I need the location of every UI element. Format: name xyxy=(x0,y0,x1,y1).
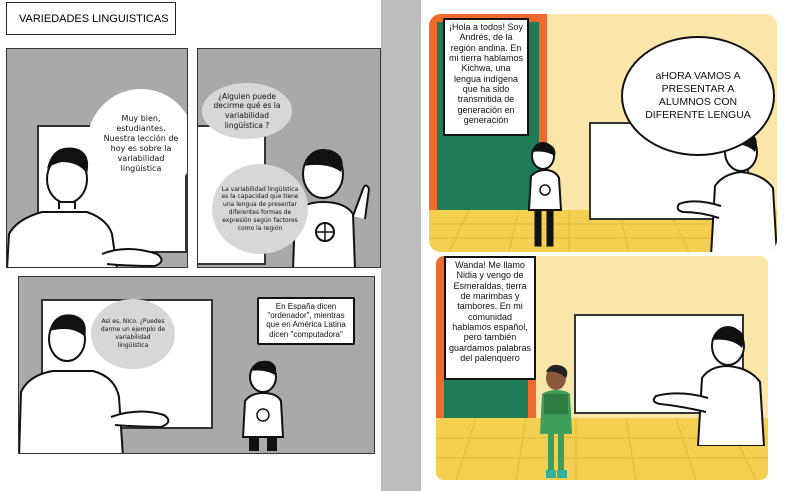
question-bubble: ¿Alguien puede decirme qué es la variabi… xyxy=(202,83,292,139)
student-nidia-figure xyxy=(540,364,572,478)
left-panel-3: Así es, Nico. ¿Puedes darme un ejemplo d… xyxy=(18,276,375,454)
teacher-speech-text-right-1: aHORA VAMOS A PRESENTAR A ALUMNOS CON DI… xyxy=(645,69,751,122)
nidia-speech-box: Wanda! Me llamo Nidia y vengo de Esmeral… xyxy=(444,256,536,380)
student-andres-figure xyxy=(527,142,563,247)
teacher-speech-bubble: Muy bien, estudiantes. Nuestra lección d… xyxy=(87,89,187,199)
teacher-figure-right-2 xyxy=(652,326,766,446)
teacher-speech-text-3: Así es, Nico. ¿Puedes darme un ejemplo d… xyxy=(100,318,166,349)
comic-title: VARIEDADES LINGUISTICAS xyxy=(6,2,176,35)
answer-text: La variabilidad lingüística es la capaci… xyxy=(221,185,299,232)
andres-speech-text: ¡Hola a todos! Soy Andrés, de la región … xyxy=(448,22,524,126)
nidia-speech-text: Wanda! Me llamo Nidia y vengo de Esmeral… xyxy=(448,260,532,364)
andres-speech-box: ¡Hola a todos! Soy Andrés, de la región … xyxy=(443,18,529,136)
answer-bubble: La variabilidad lingüística es la capaci… xyxy=(212,164,308,254)
right-panel-2: Wanda! Me llamo Nidia y vengo de Esmeral… xyxy=(436,256,768,480)
left-panel-1: Muy bien, estudiantes. Nuestra lección d… xyxy=(6,48,188,268)
teacher-speech-bubble-3: Así es, Nico. ¿Puedes darme un ejemplo d… xyxy=(91,299,175,369)
student-nico-figure-3 xyxy=(241,360,285,451)
student-speech-text-3: En España dicen "ordenador", mientras qu… xyxy=(266,302,346,339)
right-panel-1: ¡Hola a todos! Soy Andrés, de la región … xyxy=(429,14,777,252)
question-text: ¿Alguien puede decirme qué es la variabi… xyxy=(213,91,281,130)
left-panel-2: ¿Alguien puede decirme qué es la variabi… xyxy=(197,48,381,268)
teacher-speech-text: Muy bien, estudiantes. Nuestra lección d… xyxy=(103,114,179,173)
student-speech-box-3: En España dicen "ordenador", mientras qu… xyxy=(257,297,355,345)
teacher-speech-bubble-right-1: aHORA VAMOS A PRESENTAR A ALUMNOS CON DI… xyxy=(621,36,775,156)
